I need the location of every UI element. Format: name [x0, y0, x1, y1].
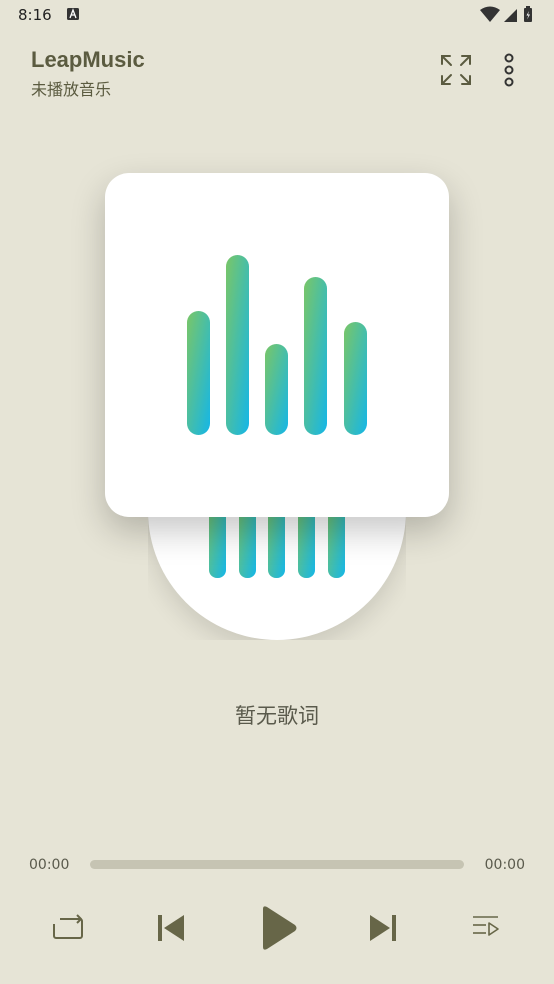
- next-button[interactable]: [368, 913, 398, 943]
- playlist-icon: [473, 916, 499, 936]
- status-bar: 8:16: [0, 0, 554, 32]
- skip-next-icon: [370, 915, 396, 941]
- app-header: LeapMusic 未播放音乐: [0, 40, 554, 100]
- vinyl-disc: [148, 510, 406, 640]
- lyrics-text: 暂无歌词: [235, 704, 319, 728]
- album-cover: [105, 173, 449, 517]
- play-icon: [263, 906, 297, 950]
- battery-icon: [524, 6, 532, 22]
- playlist-button[interactable]: [472, 914, 500, 940]
- previous-button[interactable]: [156, 913, 186, 943]
- signal-icon: [504, 9, 517, 22]
- now-playing-subtitle: 未播放音乐: [31, 80, 112, 99]
- total-time: 00:00: [484, 857, 525, 873]
- equalizer-icon: [187, 255, 367, 435]
- wifi-icon: [480, 6, 500, 22]
- notification-a-icon: [67, 8, 79, 20]
- repeat-icon: [53, 914, 83, 939]
- playback-controls: [0, 900, 554, 960]
- seek-bar[interactable]: [90, 860, 464, 869]
- current-time: 00:00: [29, 857, 70, 873]
- skip-previous-icon: [158, 915, 184, 941]
- fullscreen-button[interactable]: [440, 54, 472, 86]
- progress-row: 00:00 00:00: [0, 850, 554, 880]
- repeat-button[interactable]: [51, 912, 85, 944]
- app-title: LeapMusic: [31, 47, 145, 72]
- status-icons: [480, 6, 540, 28]
- more-vert-icon: [504, 53, 514, 87]
- more-options-button[interactable]: [497, 52, 521, 88]
- album-art-area: [0, 160, 554, 650]
- disc-equalizer-icon: [209, 510, 345, 578]
- play-button[interactable]: [260, 905, 298, 951]
- status-time: 8:16: [18, 6, 52, 24]
- expand-icon: [441, 55, 471, 85]
